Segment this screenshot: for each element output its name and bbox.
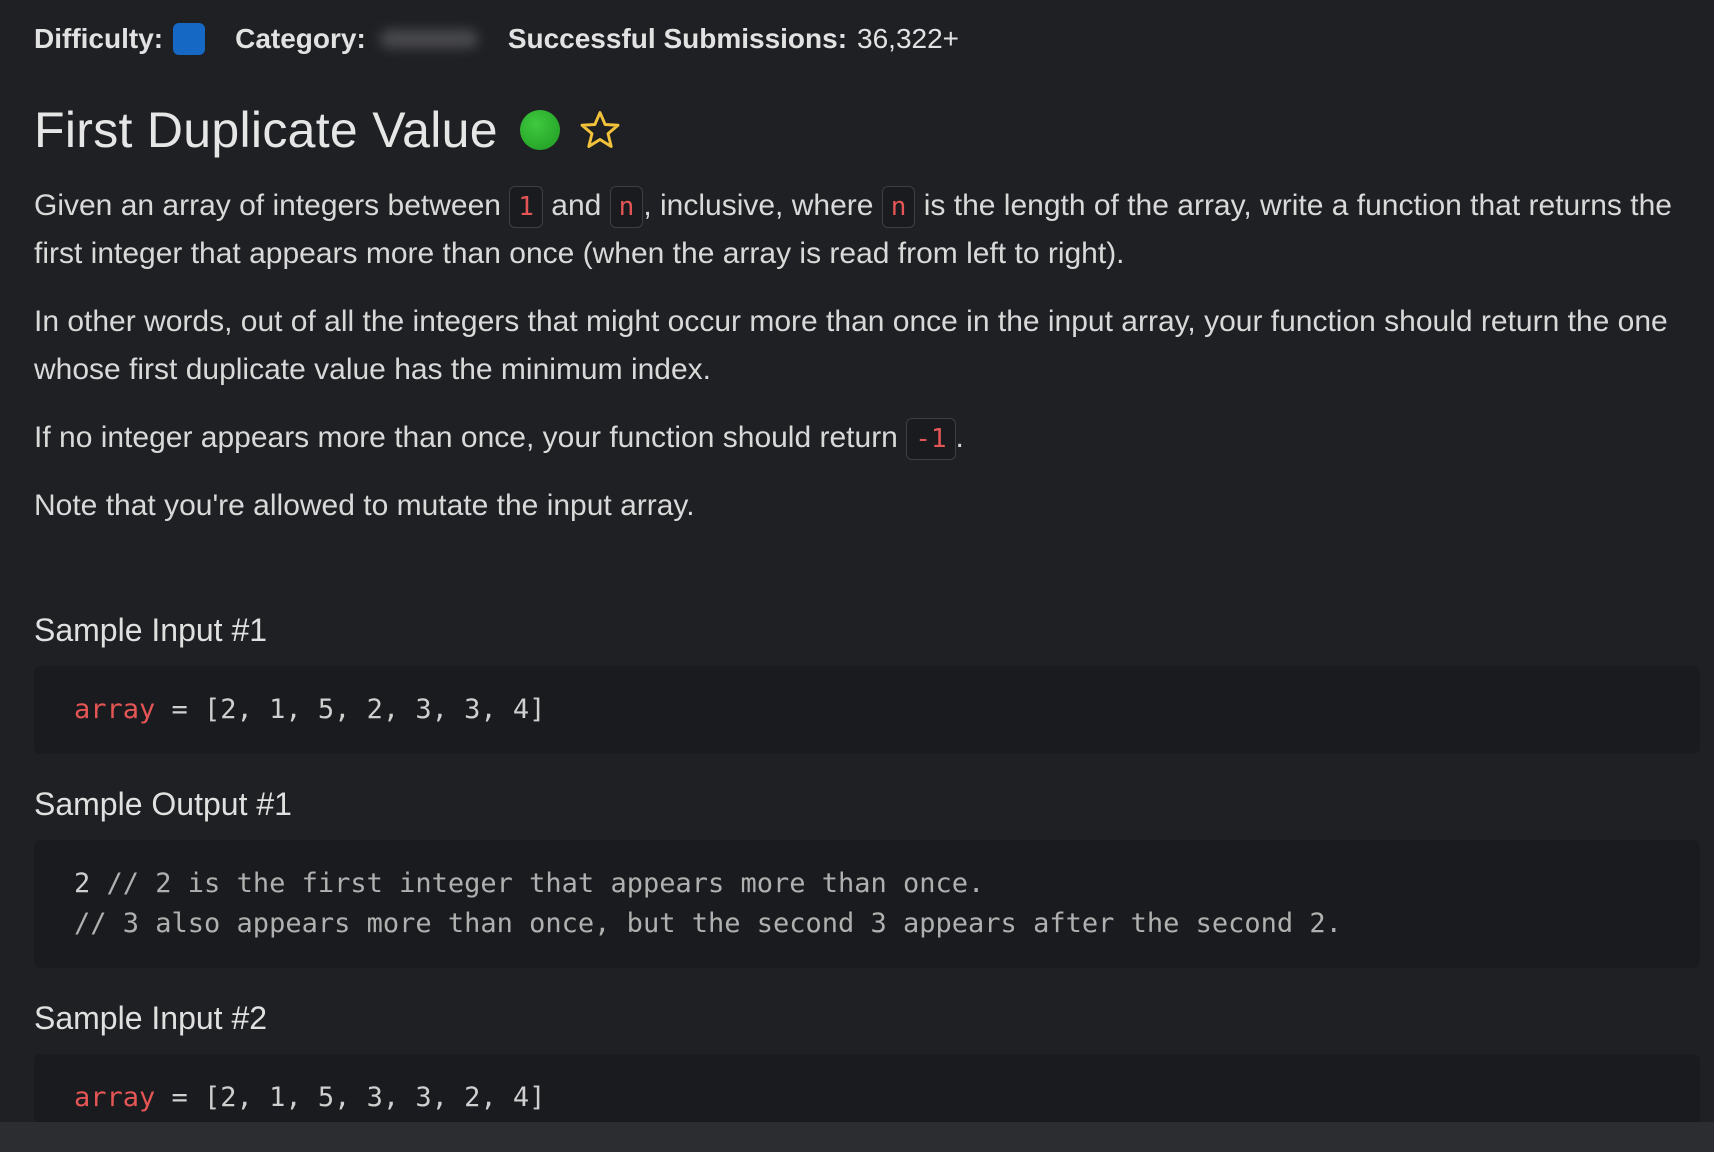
- title-row: First Duplicate Value: [34, 78, 1700, 182]
- code-comment: // 2 is the first integer that appears m…: [90, 868, 985, 899]
- problem-description: Given an array of integers between 1 and…: [34, 182, 1700, 530]
- submissions-label: Successful Submissions:: [507, 23, 848, 54]
- inline-code: -1: [906, 418, 956, 461]
- difficulty-indicator: [173, 23, 206, 55]
- category-group: Category:: [235, 23, 478, 55]
- completed-status-icon: [519, 110, 560, 150]
- question-page: Difficulty: Category: Successful Submiss…: [0, 0, 1714, 1152]
- inline-code: n: [881, 186, 916, 229]
- category-label: Category:: [235, 23, 366, 54]
- submissions-group: Successful Submissions: 36,322+: [508, 23, 959, 55]
- description-paragraph-4: Note that you're allowed to mutate the i…: [34, 489, 695, 522]
- horizontal-scrollbar[interactable]: [0, 1122, 1714, 1152]
- sample-input-1-heading: Sample Input #1: [34, 612, 268, 648]
- sample-output-1-code[interactable]: 2 // 2 is the first integer that appears…: [34, 840, 1700, 968]
- description-paragraph-1: Given an array of integers between 1 and…: [34, 182, 1700, 278]
- sample-output-1-heading: Sample Output #1: [34, 786, 292, 822]
- output-value: 2: [74, 868, 91, 899]
- description-paragraph-3: If no integer appears more than once, yo…: [34, 414, 1700, 462]
- difficulty-group: Difficulty:: [34, 23, 206, 55]
- inline-code: 1: [509, 186, 543, 229]
- submissions-count: 36,322+: [857, 23, 960, 54]
- inline-code: n: [609, 186, 644, 229]
- description-paragraph-2: In other words, out of all the integers …: [34, 305, 1668, 386]
- sample-input-2-heading: Sample Input #2: [34, 1000, 268, 1036]
- category-hidden-value[interactable]: [379, 30, 478, 48]
- question-meta-bar: Difficulty: Category: Successful Submiss…: [34, 0, 1700, 78]
- star-icon[interactable]: [578, 108, 622, 152]
- sample-input-1-code[interactable]: array = [2, 1, 5, 2, 3, 3, 4]: [34, 666, 1700, 754]
- code-comment: // 3 also appears more than once, but th…: [74, 908, 1342, 939]
- page-title: First Duplicate Value: [34, 102, 498, 158]
- code-variable: array: [74, 694, 156, 725]
- difficulty-label: Difficulty:: [34, 23, 164, 54]
- code-variable: array: [74, 1082, 156, 1113]
